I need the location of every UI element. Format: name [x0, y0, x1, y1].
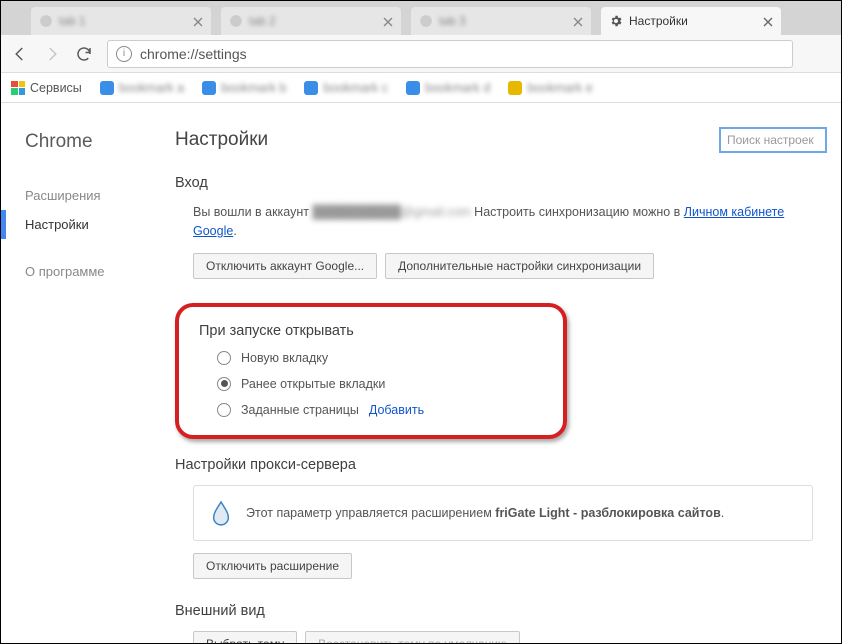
sidebar-item-about[interactable]: О программе [25, 257, 161, 286]
browser-tab-active[interactable]: Настройки [601, 7, 781, 35]
bookmark-item[interactable]: bookmark d [406, 81, 490, 95]
radio-icon [217, 377, 231, 391]
section-title: Внешний вид [175, 603, 827, 619]
disable-extension-button[interactable]: Отключить расширение [193, 553, 352, 579]
close-icon[interactable] [383, 16, 393, 26]
favicon-icon [508, 81, 522, 95]
text: Этот параметр управляется расширением [246, 506, 495, 520]
bookmark-label: bookmark a [119, 81, 184, 95]
section-appearance: Внешний вид Выбрать тему Восстановить те… [175, 603, 827, 644]
forward-icon [43, 45, 61, 63]
proxy-notice: Этот параметр управляется расширением fr… [193, 485, 813, 541]
url-text: chrome://settings [140, 46, 247, 62]
button-row: Выбрать тему Восстановить тему по умолча… [193, 631, 827, 644]
section-proxy: Настройки прокси-сервера Этот параметр у… [175, 457, 827, 579]
text: Вы вошли в аккаунт [193, 205, 312, 219]
favicon-icon [419, 14, 433, 28]
close-icon[interactable] [573, 16, 583, 26]
favicon-icon [229, 14, 243, 28]
favicon-icon [304, 81, 318, 95]
apps-shortcut[interactable]: Сервисы [11, 81, 82, 95]
section-title: При запуске открывать [199, 323, 543, 339]
browser-toolbar: i chrome://settings [1, 35, 841, 73]
set-pages-link[interactable]: Добавить [369, 403, 424, 417]
settings-sidebar: Chrome Расширения Настройки О программе [1, 103, 161, 643]
site-info-icon[interactable]: i [116, 46, 132, 62]
search-placeholder: Поиск настроек [727, 133, 814, 147]
browser-tab[interactable]: tab 3 [411, 7, 591, 35]
startup-option-continue[interactable]: Ранее открытые вкладки [217, 377, 543, 391]
favicon-icon [406, 81, 420, 95]
advanced-sync-button[interactable]: Дополнительные настройки синхронизации [385, 253, 654, 279]
bookmark-label: bookmark d [425, 81, 490, 95]
tab-title: tab 1 [59, 14, 187, 28]
page-title: Настройки [175, 129, 268, 151]
bookmark-item[interactable]: bookmark b [202, 81, 286, 95]
disconnect-account-button[interactable]: Отключить аккаунт Google... [193, 253, 377, 279]
settings-content: Настройки Поиск настроек Вход Вы вошли в… [161, 103, 841, 643]
back-icon[interactable] [11, 45, 29, 63]
startup-option-specific[interactable]: Заданные страницы Добавить [217, 403, 543, 417]
favicon-icon [100, 81, 114, 95]
search-input[interactable]: Поиск настроек [719, 127, 827, 153]
section-on-startup: При запуске открывать Новую вкладку Ране… [175, 303, 567, 439]
favicon-icon [202, 81, 216, 95]
tab-title: tab 3 [439, 14, 567, 28]
radio-label: Новую вкладку [241, 351, 328, 365]
apps-icon [11, 81, 25, 95]
sidebar-item-extensions[interactable]: Расширения [25, 181, 161, 210]
address-bar[interactable]: i chrome://settings [107, 40, 793, 68]
browser-tab[interactable]: tab 2 [221, 7, 401, 35]
sign-in-text: Вы вошли в аккаунт ██████████@gmail.com … [193, 203, 827, 241]
section-sign-in: Вход Вы вошли в аккаунт ██████████@gmail… [175, 175, 827, 279]
settings-page: Chrome Расширения Настройки О программе … [1, 103, 841, 643]
gear-icon [609, 14, 623, 28]
hidden-email: ██████████@gmail.com [312, 205, 470, 219]
text: Настроить синхронизацию можно в [474, 205, 684, 219]
text: . [721, 506, 724, 520]
brand-title: Chrome [25, 131, 161, 153]
tab-title: tab 2 [249, 14, 377, 28]
close-icon[interactable] [193, 16, 203, 26]
bookmarks-bar: Сервисы bookmark a bookmark b bookmark c… [1, 73, 841, 103]
browser-tab[interactable]: tab 1 [31, 7, 211, 35]
favicon-icon [39, 14, 53, 28]
radio-label: Ранее открытые вкладки [241, 377, 385, 391]
reload-icon[interactable] [75, 45, 93, 63]
radio-icon [217, 351, 231, 365]
browser-tabstrip: tab 1 tab 2 tab 3 Настройки [1, 1, 841, 35]
section-title: Настройки прокси-сервера [175, 457, 827, 473]
button-row: Отключить расширение [193, 553, 827, 579]
radio-label: Заданные страницы [241, 403, 359, 417]
bookmark-label: bookmark e [527, 81, 592, 95]
sidebar-item-settings[interactable]: Настройки [1, 210, 161, 239]
bookmark-label: bookmark b [221, 81, 286, 95]
notice-text: Этот параметр управляется расширением fr… [246, 506, 724, 520]
radio-icon [217, 403, 231, 417]
extension-icon [210, 500, 232, 526]
bookmark-item[interactable]: bookmark e [508, 81, 592, 95]
reset-theme-button: Восстановить тему по умолчанию [305, 631, 520, 644]
content-header: Настройки Поиск настроек [175, 127, 827, 153]
bookmark-item[interactable]: bookmark c [304, 81, 388, 95]
choose-theme-button[interactable]: Выбрать тему [193, 631, 297, 644]
section-title: Вход [175, 175, 827, 191]
extension-name: friGate Light - разблокировка сайтов [495, 506, 720, 520]
apps-label: Сервисы [30, 81, 82, 95]
bookmark-item[interactable]: bookmark a [100, 81, 184, 95]
close-icon[interactable] [763, 16, 773, 26]
text: . [233, 224, 236, 238]
button-row: Отключить аккаунт Google... Дополнительн… [193, 253, 827, 279]
startup-option-newtab[interactable]: Новую вкладку [217, 351, 543, 365]
tab-title: Настройки [629, 14, 757, 28]
bookmark-label: bookmark c [323, 81, 388, 95]
